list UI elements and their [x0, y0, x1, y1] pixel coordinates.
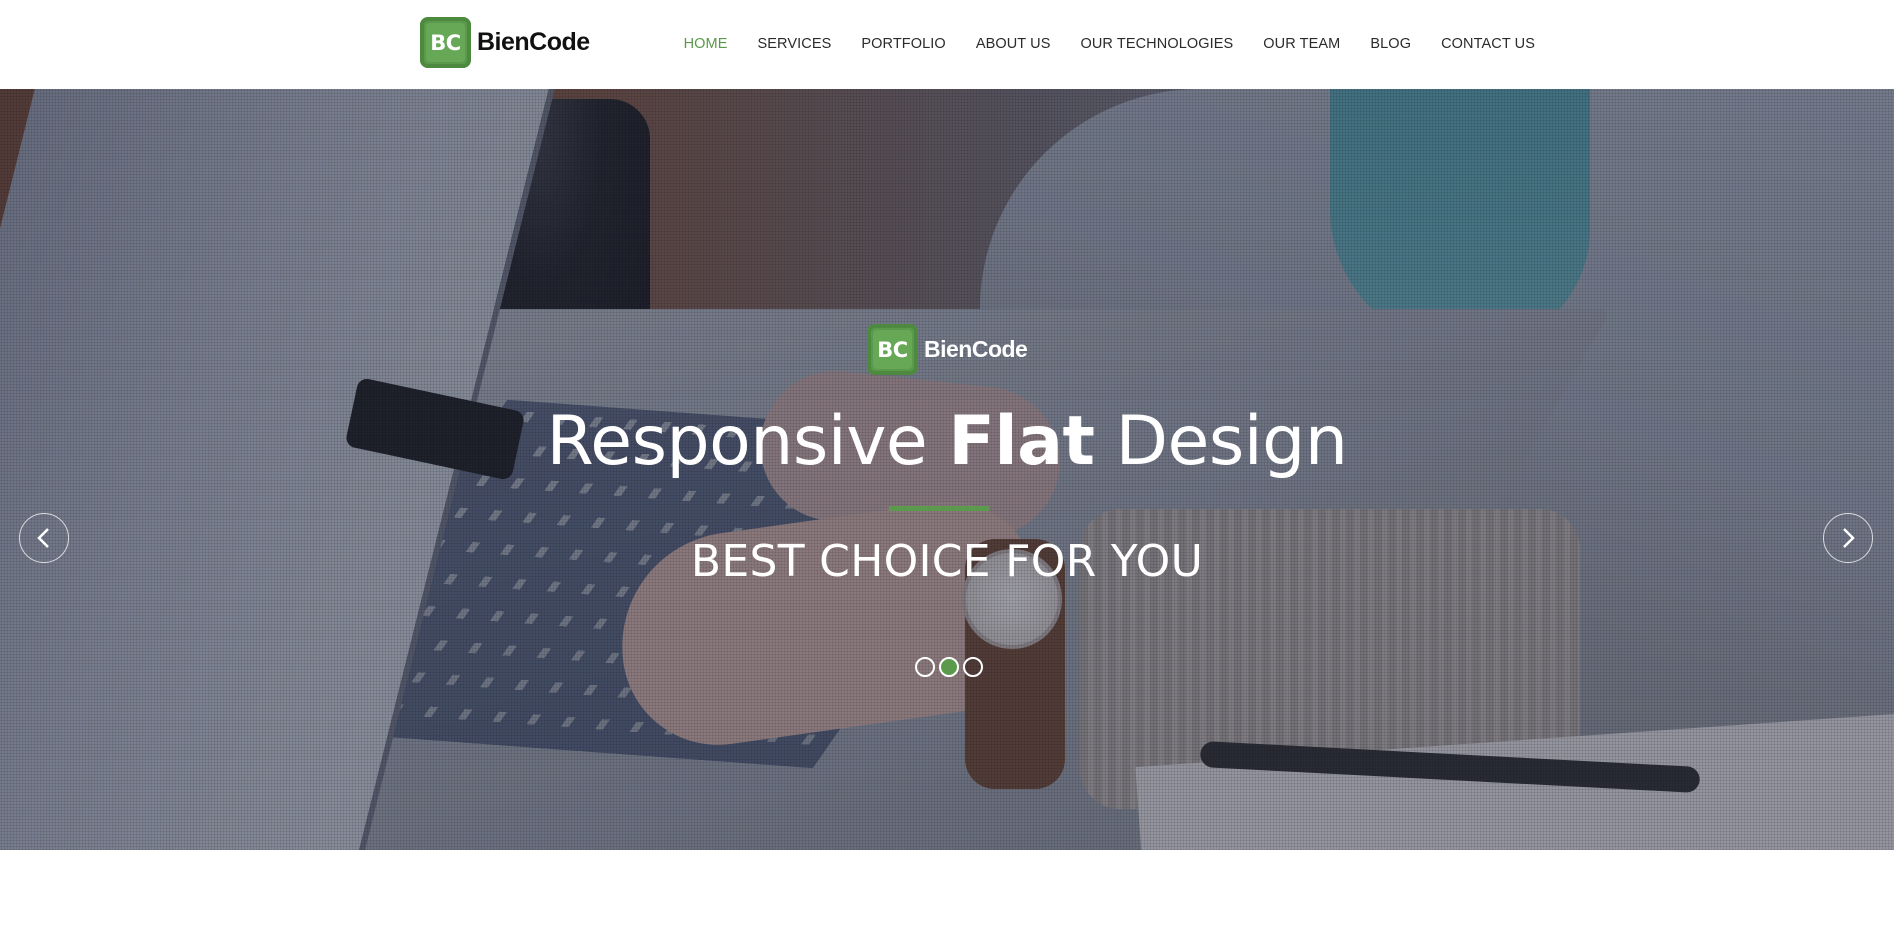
hero-logo-badge-icon: BC: [867, 324, 918, 375]
hero-title-bold: Flat: [948, 402, 1095, 481]
hero-title-part1: Responsive: [546, 402, 949, 481]
hero-title-part2: Design: [1094, 402, 1348, 481]
chevron-left-icon: [37, 528, 49, 548]
title-divider: [889, 506, 989, 511]
nav-item-contact-us[interactable]: CONTACT US: [1441, 36, 1535, 52]
main-nav: HOME SERVICES PORTFOLIO ABOUT US OUR TEC…: [654, 36, 1535, 52]
slider-next-button[interactable]: [1823, 513, 1873, 563]
site-header: BC BienCode HOME SERVICES PORTFOLIO ABOU…: [0, 0, 1894, 89]
nav-item-our-technologies[interactable]: OUR TECHNOLOGIES: [1080, 36, 1233, 52]
site-logo[interactable]: BC BienCode: [420, 17, 590, 68]
logo-badge-text: BC: [430, 30, 461, 55]
hero-logo-badge-text: BC: [877, 337, 908, 362]
nav-item-about-us[interactable]: ABOUT US: [976, 36, 1051, 52]
nav-item-our-team[interactable]: OUR TEAM: [1263, 36, 1340, 52]
hero-logo: BC BienCode: [867, 324, 1028, 375]
slider-dot-1[interactable]: [915, 657, 935, 677]
slider-pagination: [915, 657, 983, 677]
logo-badge-icon: BC: [420, 17, 471, 68]
nav-item-services[interactable]: SERVICES: [758, 36, 832, 52]
hero-title: Responsive Flat Design: [0, 402, 1894, 482]
chevron-right-icon: [1843, 528, 1855, 548]
logo-name: BienCode: [477, 28, 590, 56]
slider-dot-2[interactable]: [939, 657, 959, 677]
nav-item-blog[interactable]: BLOG: [1370, 36, 1411, 52]
nav-item-home[interactable]: HOME: [684, 36, 728, 52]
hero-logo-name: BienCode: [924, 336, 1028, 362]
hero-subtitle: BEST CHOICE FOR YOU: [690, 536, 1204, 587]
hero-slider: BC BienCode Responsive Flat Design BEST …: [0, 89, 1894, 850]
slider-dot-3[interactable]: [963, 657, 983, 677]
nav-item-portfolio[interactable]: PORTFOLIO: [861, 36, 945, 52]
slider-prev-button[interactable]: [19, 513, 69, 563]
